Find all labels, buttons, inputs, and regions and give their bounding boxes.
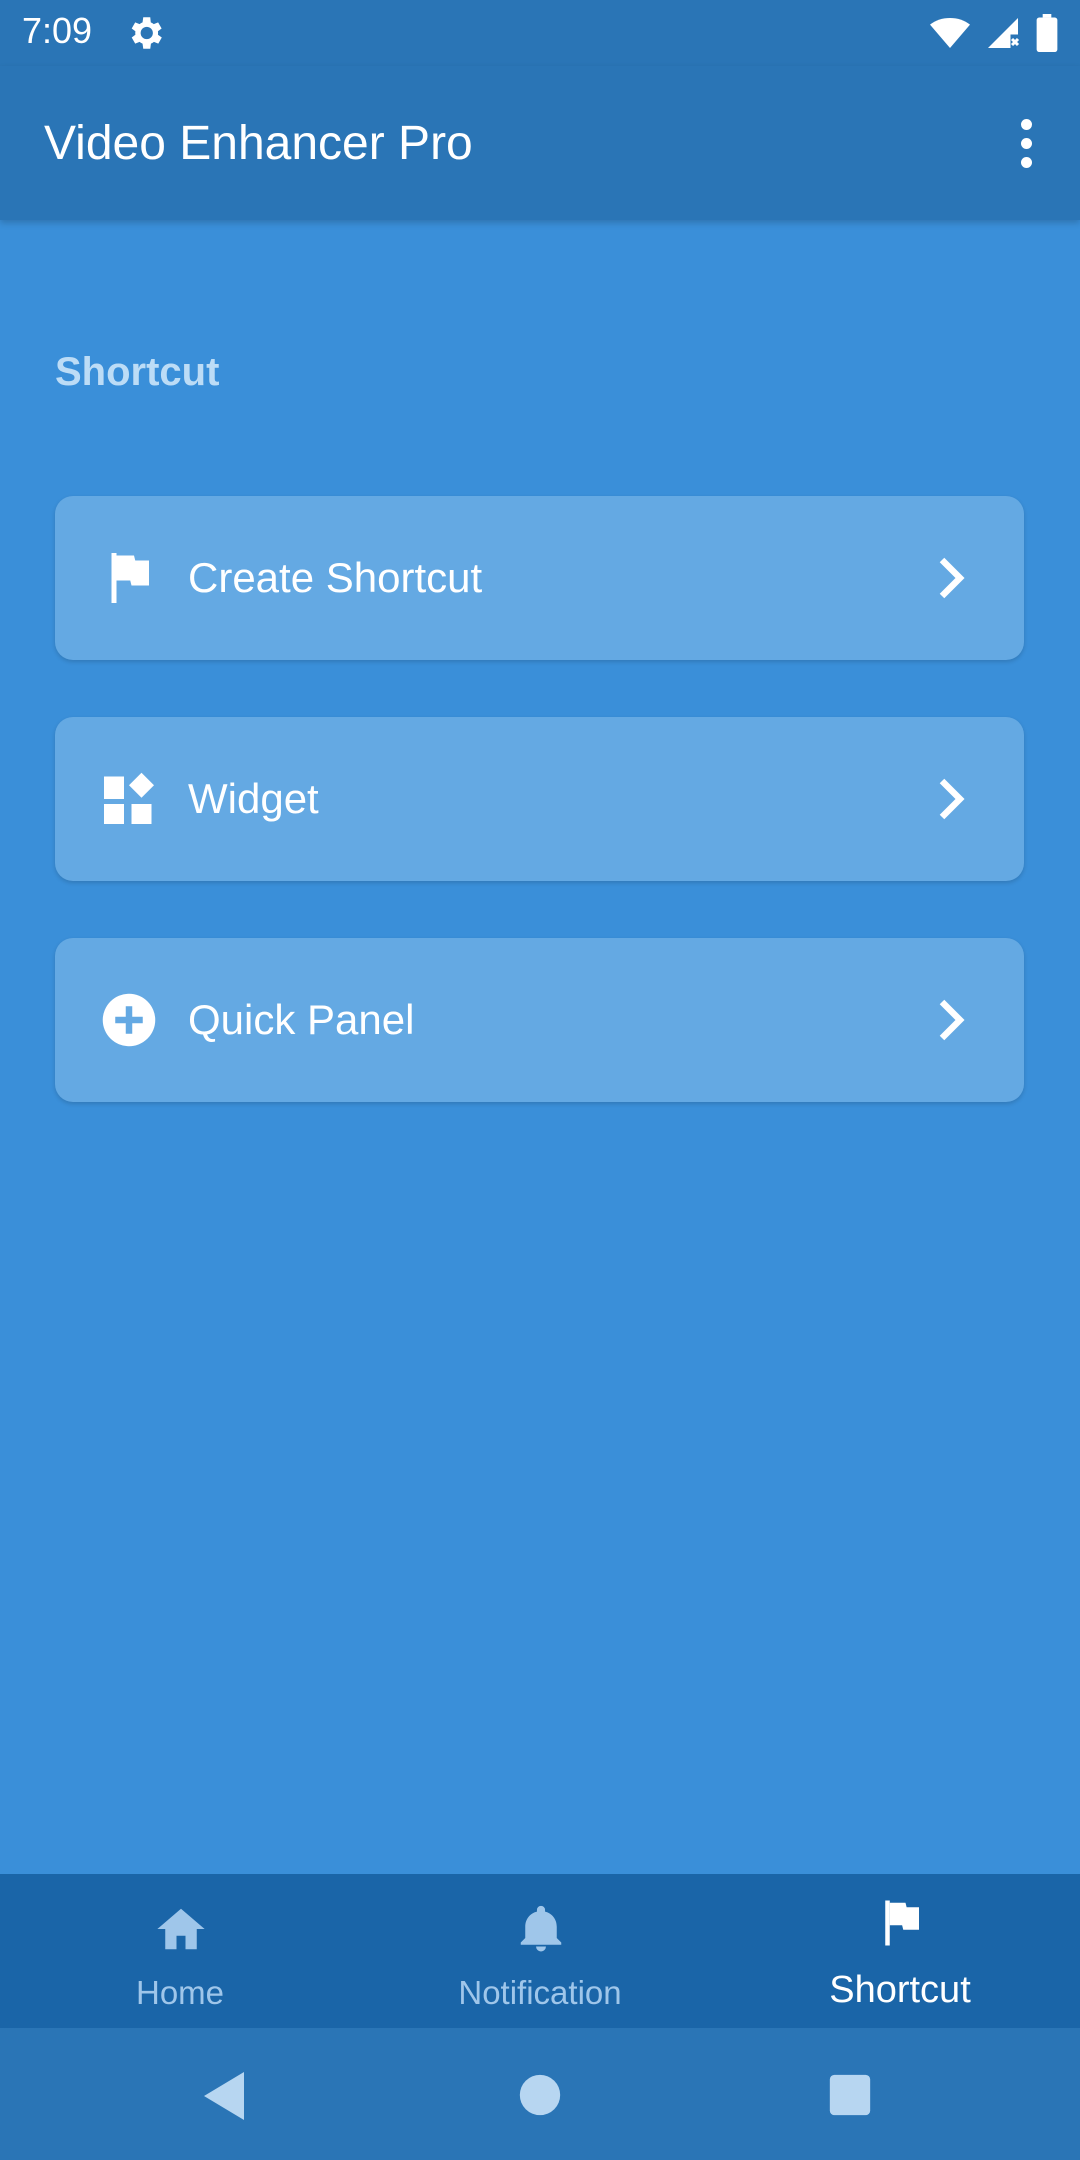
home-icon <box>157 1908 205 1950</box>
widget-item[interactable]: Widget <box>55 717 1024 881</box>
battery-icon <box>1036 14 1058 52</box>
nav-shortcut-label: Shortcut <box>829 1969 971 2011</box>
bottom-navigation: Home Notification Shortcut <box>0 1874 1080 2028</box>
status-time: 7:09 <box>22 10 93 51</box>
nav-notification-label: Notification <box>458 1974 622 2011</box>
app-title: Video Enhancer Pro <box>44 117 473 170</box>
back-icon[interactable] <box>200 2070 248 2122</box>
signal-icon <box>988 18 1020 48</box>
quick-panel-label: Quick Panel <box>188 996 415 1043</box>
section-title: Shortcut <box>55 350 220 394</box>
nav-home[interactable]: Home <box>0 1874 360 2028</box>
chevron-right-icon <box>939 778 965 820</box>
flag-icon <box>885 1900 919 1946</box>
more-vert-icon[interactable] <box>1006 110 1046 176</box>
chevron-right-icon <box>939 999 965 1041</box>
chevron-right-icon <box>939 557 965 599</box>
nav-notification[interactable]: Notification <box>360 1874 720 2028</box>
bell-icon <box>520 1905 562 1952</box>
system-navigation-bar <box>0 2028 1080 2160</box>
status-icons <box>930 12 1058 54</box>
nav-shortcut[interactable]: Shortcut <box>720 1874 1080 2028</box>
home-circle-icon[interactable] <box>518 2073 562 2117</box>
quick-panel-item[interactable]: Quick Panel <box>55 938 1024 1102</box>
recents-square-icon[interactable] <box>828 2073 872 2117</box>
add-circle-icon <box>102 993 156 1047</box>
widgets-icon <box>104 772 154 824</box>
widget-label: Widget <box>188 775 319 822</box>
app-bar: Video Enhancer Pro <box>0 66 1080 220</box>
create-shortcut-label: Create Shortcut <box>188 554 483 601</box>
wifi-icon <box>930 18 970 48</box>
settings-gear-icon <box>131 17 162 49</box>
nav-home-label: Home <box>135 1974 225 2011</box>
create-shortcut-item[interactable]: Create Shortcut <box>55 496 1024 660</box>
status-bar: 7:09 <box>0 0 1080 66</box>
flag-icon <box>111 553 149 603</box>
